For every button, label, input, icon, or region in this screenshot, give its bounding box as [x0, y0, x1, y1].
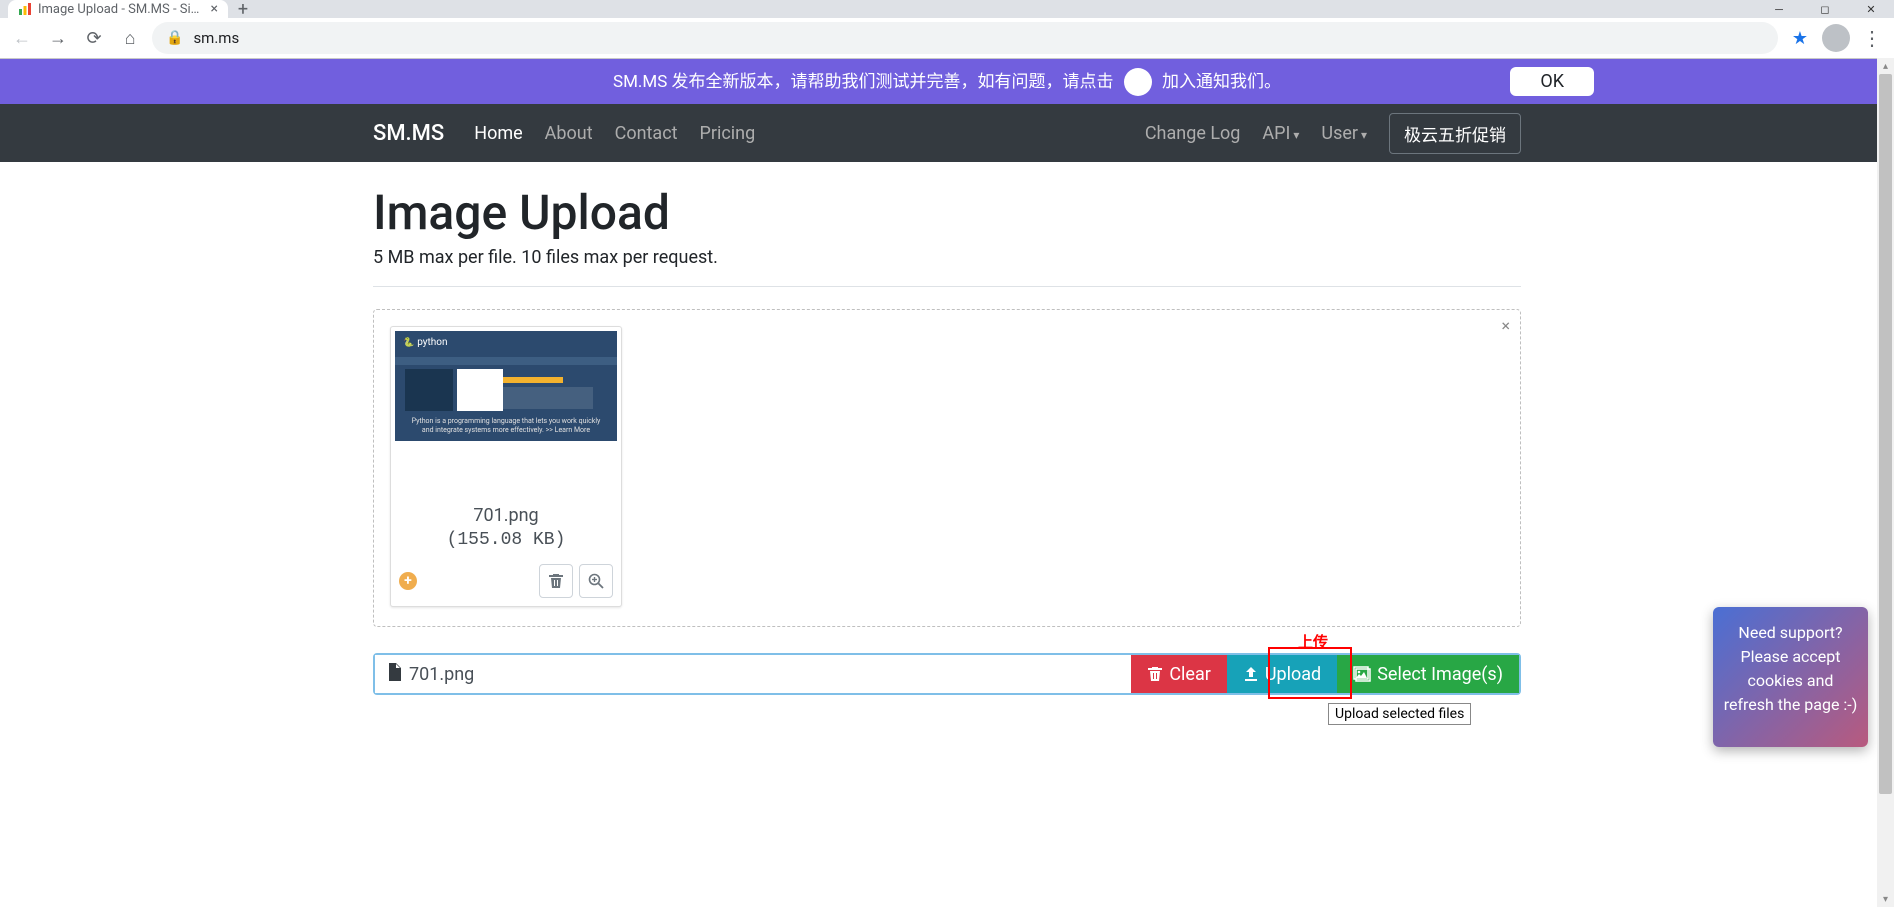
- bookmark-icon[interactable]: ★: [1786, 24, 1814, 52]
- main-navbar: SM.MS Home About Contact Pricing Change …: [0, 104, 1894, 162]
- file-actions: +: [395, 560, 617, 602]
- maximize-button[interactable]: ◻: [1802, 0, 1848, 18]
- brand-logo[interactable]: SM.MS: [373, 121, 444, 146]
- file-name: 701.png: [395, 505, 617, 526]
- file-size: (155.08 KB): [395, 530, 617, 550]
- promo-button[interactable]: 极云五折促销: [1389, 113, 1521, 154]
- favicon-icon: [18, 2, 32, 16]
- back-button[interactable]: ←: [8, 24, 36, 52]
- address-bar[interactable]: 🔒 sm.ms: [152, 22, 1778, 54]
- nav-contact[interactable]: Contact: [615, 123, 678, 144]
- support-widget[interactable]: Need support? Please accept cookies and …: [1713, 607, 1868, 747]
- nav-pricing[interactable]: Pricing: [700, 123, 756, 144]
- upload-button[interactable]: Upload: [1227, 655, 1337, 693]
- window-controls: ─ ◻ ✕: [1756, 0, 1894, 18]
- file-input-row: 701.png Clear Upload Select Image(s): [373, 653, 1521, 695]
- nav-changelog[interactable]: Change Log: [1145, 123, 1241, 144]
- scroll-up-icon[interactable]: ▴: [1877, 59, 1894, 74]
- new-tab-button[interactable]: +: [228, 0, 258, 20]
- images-icon: [1353, 666, 1371, 682]
- reload-button[interactable]: ⟳: [80, 24, 108, 52]
- minimize-button[interactable]: ─: [1756, 0, 1802, 18]
- scroll-down-icon[interactable]: ▾: [1877, 891, 1894, 907]
- nav-right: Change Log API User 极云五折促销: [1145, 113, 1521, 154]
- scrollbar-thumb[interactable]: [1879, 74, 1892, 794]
- zoom-icon: [588, 573, 604, 589]
- main-container: Image Upload 5 MB max per file. 10 files…: [373, 162, 1521, 695]
- nav-user-dropdown[interactable]: User: [1321, 123, 1367, 144]
- home-button[interactable]: ⌂: [116, 24, 144, 52]
- tab-close-icon[interactable]: ×: [211, 1, 218, 17]
- announcement-banner: SM.MS 发布全新版本，请帮助我们测试并完善，如有问题，请点击 加入通知我们。…: [0, 59, 1894, 104]
- page-title: Image Upload: [373, 184, 1521, 241]
- delete-file-button[interactable]: [539, 564, 573, 598]
- add-icon[interactable]: +: [399, 572, 417, 590]
- document-icon: [387, 663, 401, 685]
- wechat-icon[interactable]: [1124, 68, 1152, 96]
- page-subtitle: 5 MB max per file. 10 files max per requ…: [373, 247, 1521, 268]
- annotation-upload-label: 上传: [1298, 631, 1328, 652]
- url-text: sm.ms: [193, 29, 239, 47]
- browser-tab[interactable]: Image Upload - SM.MS - Simp ×: [8, 0, 228, 18]
- zoom-file-button[interactable]: [579, 564, 613, 598]
- browser-chrome: Image Upload - SM.MS - Simp × + ← → ⟳ ⌂ …: [0, 0, 1894, 59]
- nav-about[interactable]: About: [545, 123, 593, 144]
- filename-input[interactable]: 701.png: [375, 655, 1131, 693]
- banner-text: SM.MS 发布全新版本，请帮助我们测试并完善，如有问题，请点击 加入通知我们。: [613, 67, 1281, 97]
- divider: [373, 286, 1521, 287]
- lock-icon: 🔒: [166, 30, 183, 46]
- nav-api-dropdown[interactable]: API: [1262, 123, 1299, 144]
- file-thumbnail: python Python is a programming language …: [395, 331, 617, 441]
- file-preview-card: python Python is a programming language …: [390, 326, 622, 607]
- trash-icon: [548, 573, 564, 589]
- tab-title: Image Upload - SM.MS - Simp: [38, 2, 205, 17]
- upload-dropzone[interactable]: × python Python is a programming languag…: [373, 309, 1521, 627]
- nav-links: Home About Contact Pricing: [474, 123, 755, 144]
- clear-button[interactable]: Clear: [1131, 655, 1227, 693]
- banner-ok-button[interactable]: OK: [1510, 67, 1594, 96]
- select-images-button[interactable]: Select Image(s): [1337, 655, 1519, 693]
- close-window-button[interactable]: ✕: [1848, 0, 1894, 18]
- filename-text: 701.png: [409, 664, 474, 685]
- profile-avatar[interactable]: [1822, 24, 1850, 52]
- page-content: SM.MS 发布全新版本，请帮助我们测试并完善，如有问题，请点击 加入通知我们。…: [0, 59, 1894, 908]
- browser-menu-icon[interactable]: ⋮: [1858, 26, 1886, 50]
- upload-tooltip: Upload selected files: [1328, 703, 1471, 725]
- browser-toolbar: ← → ⟳ ⌂ 🔒 sm.ms ★ ⋮: [0, 18, 1894, 58]
- dropzone-close-icon[interactable]: ×: [1501, 316, 1510, 335]
- nav-home[interactable]: Home: [474, 123, 522, 144]
- vertical-scrollbar[interactable]: ▴ ▾: [1877, 59, 1894, 907]
- upload-icon: [1243, 666, 1259, 682]
- trash-icon: [1147, 666, 1163, 682]
- forward-button[interactable]: →: [44, 24, 72, 52]
- tab-row: Image Upload - SM.MS - Simp × +: [0, 0, 1894, 18]
